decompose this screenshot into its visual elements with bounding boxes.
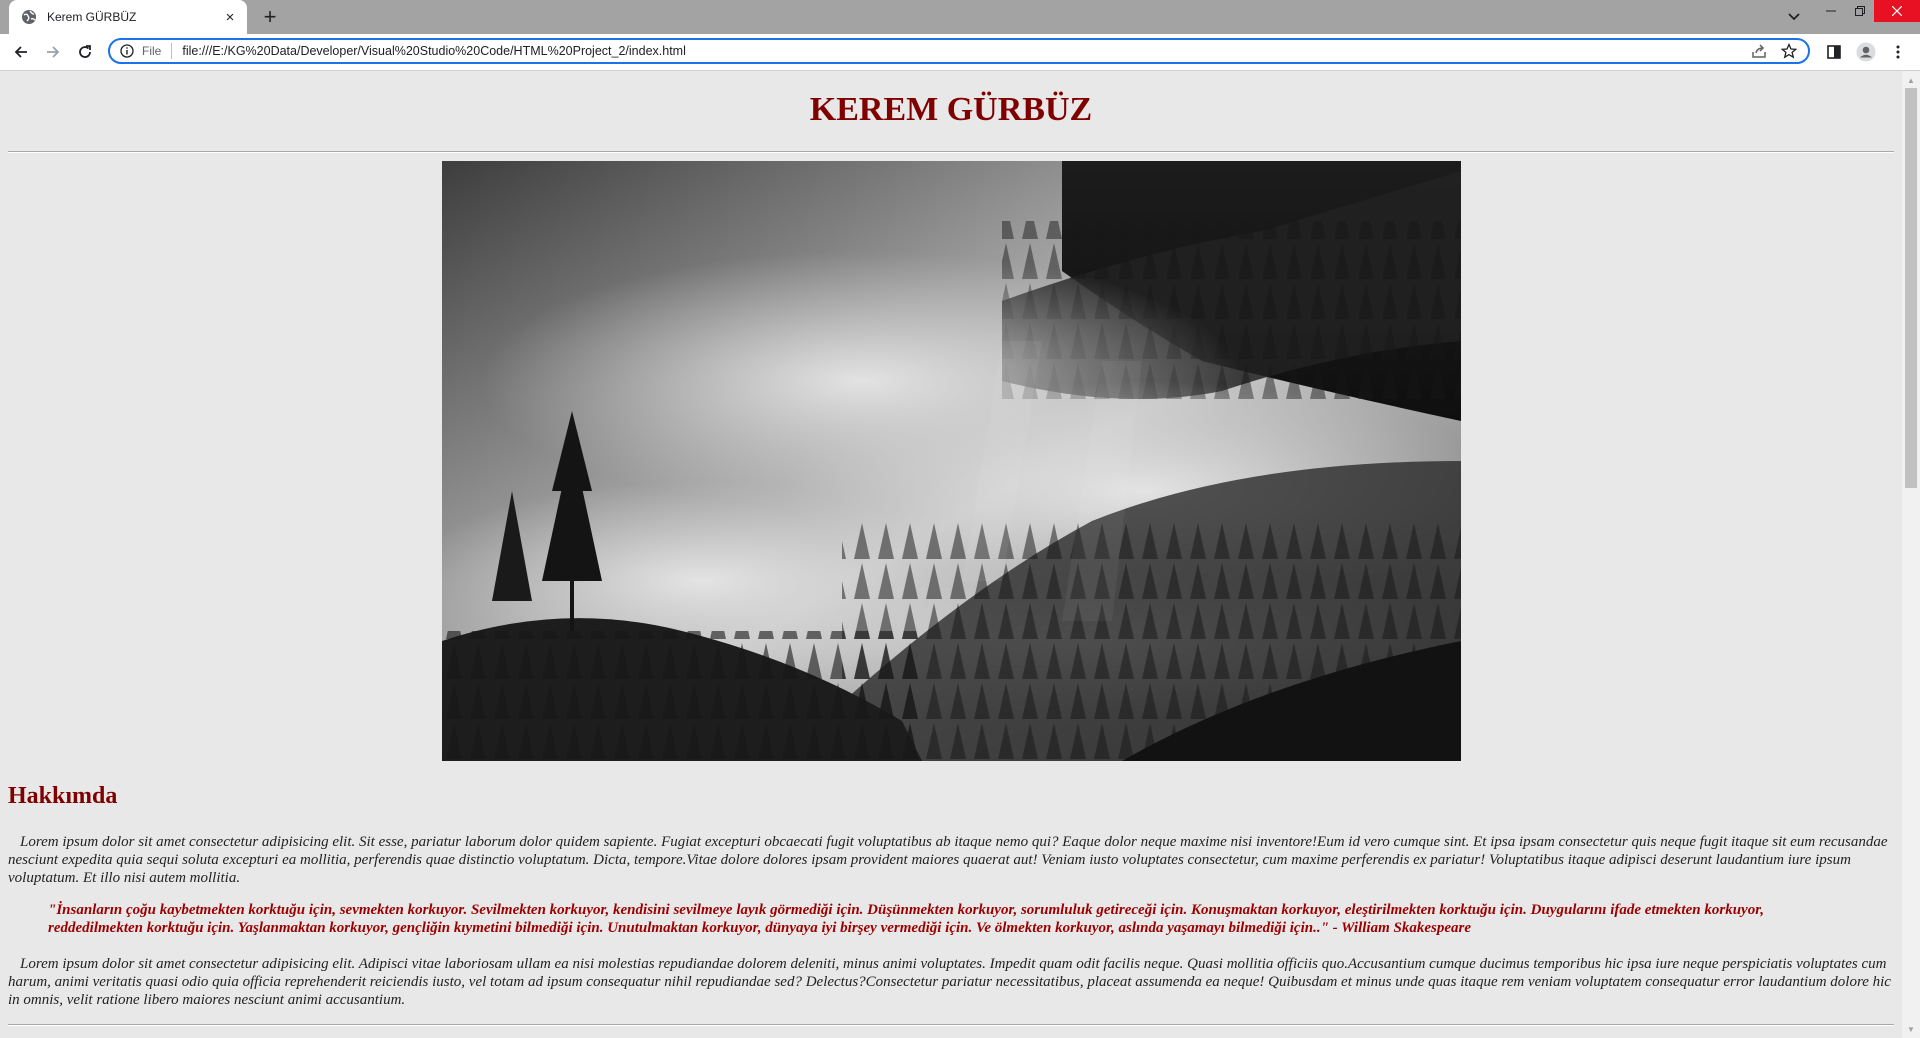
browser-toolbar: File bbox=[0, 34, 1920, 71]
address-bar[interactable]: File bbox=[108, 38, 1810, 64]
reload-icon[interactable] bbox=[73, 40, 97, 64]
profile-icon[interactable] bbox=[1854, 40, 1878, 64]
page-viewport: KEREM GÜRBÜZ Hakkımda Lorem ipsum dolor … bbox=[0, 71, 1902, 1038]
scroll-up-icon[interactable]: ▲ bbox=[1902, 73, 1920, 87]
about-paragraph-1: Lorem ipsum dolor sit amet consectetur a… bbox=[8, 834, 1888, 886]
scroll-down-icon[interactable]: ▼ bbox=[1902, 1022, 1920, 1036]
page-title: KEREM GÜRBÜZ bbox=[809, 91, 1093, 128]
tab-active[interactable]: Kerem GÜRBÜZ × bbox=[9, 0, 247, 34]
close-tab-icon[interactable]: × bbox=[221, 8, 239, 26]
minimize-icon[interactable] bbox=[1816, 0, 1846, 22]
back-arrow-icon[interactable] bbox=[9, 40, 33, 64]
side-panel-icon[interactable] bbox=[1822, 40, 1846, 64]
about-paragraph-2: Lorem ipsum dolor sit amet consectetur a… bbox=[8, 956, 1891, 1008]
tab-strip: Kerem GÜRBÜZ × + bbox=[0, 0, 1920, 34]
scrollbar[interactable]: ▲ ▼ bbox=[1902, 71, 1920, 1038]
url-input[interactable] bbox=[182, 44, 1748, 58]
share-icon[interactable] bbox=[1748, 40, 1770, 62]
chevron-down-icon[interactable] bbox=[1784, 7, 1804, 27]
quote-text: "İnsanların çoğu kaybetmekten korktuğu i… bbox=[48, 902, 1764, 936]
hero-image bbox=[442, 161, 1461, 761]
forward-arrow-icon[interactable] bbox=[41, 40, 65, 64]
close-window-icon[interactable] bbox=[1874, 0, 1920, 22]
divider bbox=[8, 151, 1894, 153]
divider bbox=[8, 1024, 1894, 1026]
misty-forest-photo bbox=[442, 161, 1461, 761]
kebab-menu-icon[interactable] bbox=[1886, 40, 1910, 64]
info-icon[interactable] bbox=[120, 44, 134, 58]
globe-icon bbox=[21, 9, 37, 25]
scheme-label: File bbox=[142, 43, 173, 59]
scroll-thumb[interactable] bbox=[1905, 88, 1917, 488]
star-icon[interactable] bbox=[1778, 40, 1800, 62]
restore-icon[interactable] bbox=[1845, 0, 1875, 22]
new-tab-button[interactable]: + bbox=[258, 4, 282, 29]
tab-title: Kerem GÜRBÜZ bbox=[47, 10, 137, 24]
about-heading: Hakkımda bbox=[8, 783, 118, 809]
